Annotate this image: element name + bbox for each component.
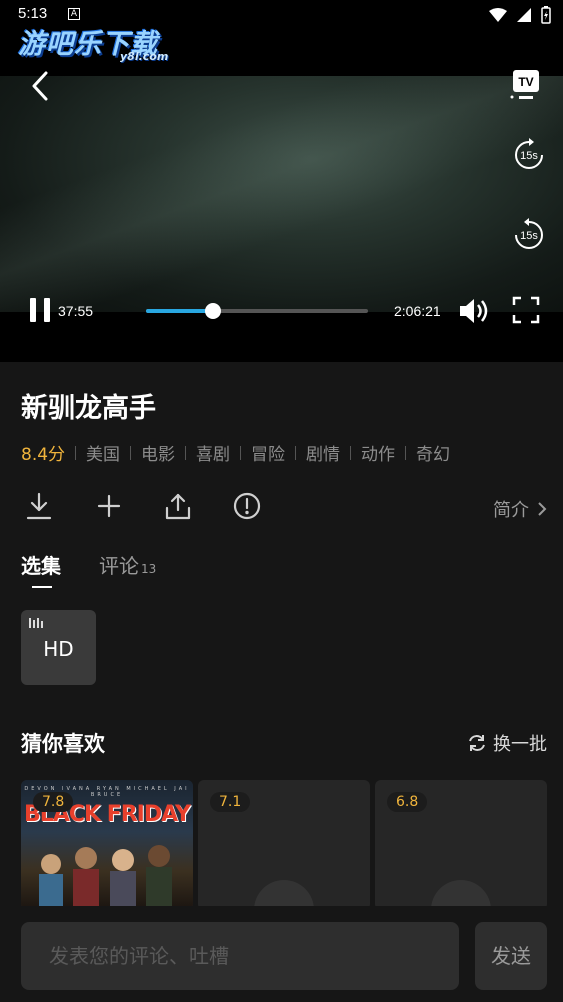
playing-bars-icon <box>29 618 43 628</box>
notification-icon: A <box>68 8 80 20</box>
tag: 喜剧 <box>196 445 231 465</box>
status-time: 5:13 <box>18 5 48 22</box>
tag-divider <box>75 445 77 460</box>
watermark-logo: 游吧乐下载 y8l.com <box>18 22 168 63</box>
comment-input[interactable] <box>21 922 459 990</box>
forward-15s-icon[interactable]: 15s <box>512 218 546 256</box>
fullscreen-icon[interactable] <box>512 296 540 328</box>
wifi-icon <box>489 8 507 22</box>
rewind-label: 15s <box>520 150 538 162</box>
episode-card[interactable]: HD <box>21 610 96 685</box>
intro-link[interactable]: 简介 <box>493 496 547 522</box>
tab-indicator <box>32 586 52 588</box>
action-row: 简介 <box>0 490 563 526</box>
tag: 奇幻 <box>416 445 451 465</box>
forward-label: 15s <box>520 230 538 242</box>
tv-label: TV <box>518 75 533 89</box>
tag: 动作 <box>361 445 396 465</box>
recommend-card[interactable]: 6.8 <box>375 780 547 910</box>
comment-count: 13 <box>141 562 157 576</box>
status-icons <box>489 6 551 24</box>
recommend-card[interactable]: DEVON IVANA RYAN MICHAEL JAI BRUCE BLACK… <box>21 780 193 910</box>
tag-divider <box>130 445 132 460</box>
rating-badge: 7.8 <box>33 792 74 812</box>
tab-episodes[interactable]: 选集 <box>21 550 61 588</box>
battery-icon <box>541 6 551 24</box>
download-icon[interactable] <box>26 492 52 524</box>
tab-episodes-label: 选集 <box>21 554 61 578</box>
tag-divider <box>405 445 407 460</box>
add-icon[interactable] <box>96 492 122 524</box>
recommend-title: 猜你喜欢 <box>21 732 105 756</box>
tab-bar: 选集 评论 13 <box>21 550 156 588</box>
poster-figures <box>39 845 172 910</box>
progress-thumb[interactable] <box>204 303 221 319</box>
refresh-button[interactable]: 换一批 <box>467 730 547 756</box>
tab-comments-label: 评论 <box>99 554 139 578</box>
tag-divider <box>350 445 352 460</box>
back-icon[interactable] <box>28 70 52 106</box>
episode-label: HD <box>43 637 74 661</box>
tag: 冒险 <box>251 445 286 465</box>
tag: 剧情 <box>306 445 341 465</box>
rewind-15s-icon[interactable]: 15s <box>512 138 546 176</box>
current-time: 37:55 <box>58 303 94 319</box>
movie-tags: 8.4分 美国 电影 喜剧 冒险 剧情 动作 奇幻 <box>21 440 450 465</box>
tag-divider <box>240 445 242 460</box>
chevron-right-icon <box>538 502 547 516</box>
refresh-label: 换一批 <box>493 734 547 755</box>
recommend-card[interactable]: 7.1 <box>198 780 370 910</box>
tab-comments[interactable]: 评论 13 <box>99 550 156 579</box>
send-button[interactable]: 发送 <box>475 922 547 990</box>
video-player[interactable]: TV 15s 15s 37:55 2:06:21 <box>0 28 563 362</box>
rating-badge: 6.8 <box>387 792 428 812</box>
movie-score: 8.4分 <box>21 445 66 465</box>
tag: 电影 <box>141 445 176 465</box>
comment-bar: 发送 <box>0 906 563 1002</box>
tag: 美国 <box>86 445 121 465</box>
rating-badge: 7.1 <box>210 792 251 812</box>
tag-divider <box>185 445 187 460</box>
tv-cast-icon[interactable]: TV <box>510 68 546 106</box>
progress-bar[interactable] <box>146 303 368 319</box>
intro-label: 简介 <box>493 500 529 521</box>
total-time: 2:06:21 <box>394 303 441 319</box>
refresh-icon <box>469 735 485 751</box>
share-icon[interactable] <box>164 492 192 524</box>
pause-icon[interactable] <box>30 298 52 326</box>
volume-icon[interactable] <box>458 296 490 330</box>
info-icon[interactable] <box>233 492 261 524</box>
tag-divider <box>295 445 297 460</box>
progress-fill <box>146 309 213 313</box>
watermark-url: y8l.com <box>120 50 169 63</box>
movie-title: 新驯龙高手 <box>21 393 156 424</box>
video-frame[interactable] <box>0 76 563 312</box>
signal-icon <box>517 8 531 22</box>
